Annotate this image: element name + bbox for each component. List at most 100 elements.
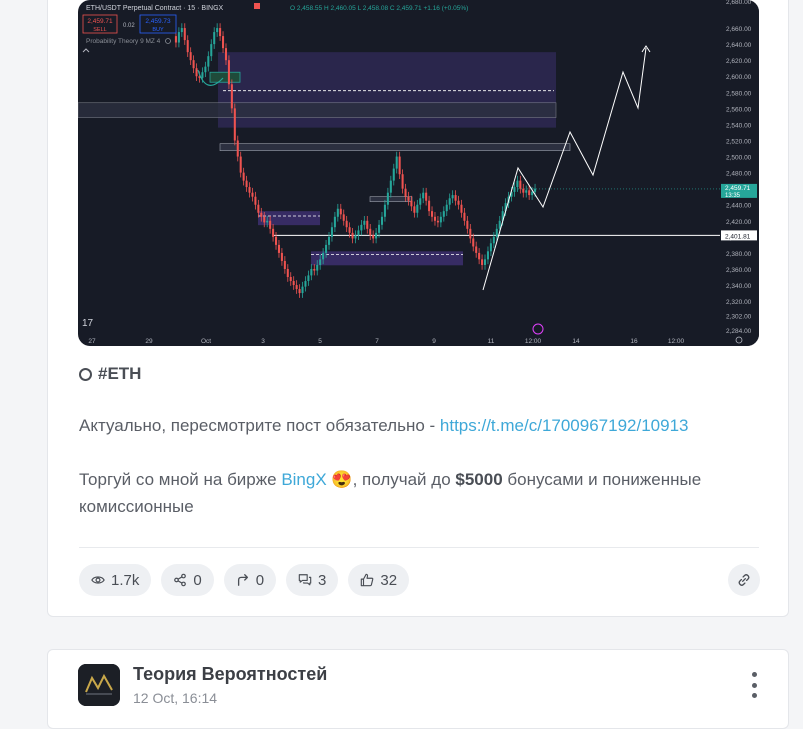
price-tick: 2,600.00 bbox=[726, 74, 752, 81]
comments-icon bbox=[298, 574, 312, 586]
price-tick: 2,320.00 bbox=[726, 299, 752, 306]
candle-body bbox=[219, 28, 222, 37]
post-card: 2,680.00 2,660.00 2,640.00 2,620.00 2,600.00… bbox=[47, 0, 789, 617]
forwards-count: 0 bbox=[255, 571, 265, 589]
candle-body bbox=[201, 72, 204, 78]
candle-body bbox=[492, 236, 495, 244]
post-paragraph-2: Торгуй со мной на бирже BingX 😍, получай… bbox=[79, 466, 769, 520]
candle-body bbox=[486, 251, 489, 260]
candle-body bbox=[183, 28, 186, 41]
candle-body bbox=[383, 204, 386, 217]
bingx-link[interactable]: BingX bbox=[281, 470, 326, 489]
copy-link-button[interactable] bbox=[728, 564, 760, 596]
candle-body bbox=[257, 204, 260, 213]
current-price-label: 2,459.71 bbox=[725, 185, 751, 192]
forward-button[interactable]: 0 bbox=[223, 564, 277, 596]
candle-body bbox=[380, 216, 384, 225]
eye-icon bbox=[165, 38, 171, 44]
time-tick: 16 bbox=[630, 338, 638, 345]
candle-body bbox=[227, 60, 230, 85]
time-tick: 9 bbox=[432, 338, 436, 345]
candle-body bbox=[454, 195, 457, 201]
candle-body bbox=[522, 188, 525, 193]
candle-body bbox=[236, 140, 239, 157]
range-box bbox=[78, 102, 557, 118]
price-tick: 2,284.00 bbox=[726, 328, 752, 335]
candle-body bbox=[230, 84, 233, 109]
views-count: 1.7k bbox=[111, 571, 140, 589]
ohlc-readout: O 2,458.55 H 2,460.05 L 2,458.08 C 2,459… bbox=[290, 5, 468, 12]
channel-logo bbox=[78, 664, 120, 706]
price-tick: 2,680.00 bbox=[726, 0, 752, 6]
sell-price: 2,459.71 bbox=[87, 18, 113, 25]
comments-button[interactable]: 3 bbox=[286, 564, 339, 596]
eye-icon bbox=[91, 576, 105, 584]
candle-body bbox=[195, 68, 198, 77]
candle-body bbox=[448, 198, 451, 205]
candle-body bbox=[478, 252, 481, 260]
resistance-box bbox=[219, 143, 571, 151]
dot-icon bbox=[751, 682, 757, 688]
candle-body bbox=[283, 260, 286, 269]
candle-body bbox=[301, 286, 304, 294]
candle-body bbox=[398, 156, 401, 175]
candle-body bbox=[404, 188, 407, 197]
candle-body bbox=[433, 216, 437, 221]
candle-body bbox=[354, 235, 357, 239]
time-tick: 12:00 bbox=[525, 338, 542, 345]
sell-label: SELL bbox=[93, 27, 106, 33]
lightning-icon bbox=[532, 323, 544, 335]
candle-body bbox=[174, 36, 177, 43]
spread-label: 0.02 bbox=[123, 23, 135, 29]
candle-body bbox=[304, 281, 307, 287]
time-tick: 29 bbox=[145, 338, 153, 345]
candle-body bbox=[233, 108, 236, 141]
candle-body bbox=[481, 259, 484, 265]
hashtag-text[interactable]: #ETH bbox=[98, 364, 141, 384]
candle-body bbox=[239, 156, 242, 173]
post-link[interactable]: https://t.me/c/1700967192/10913 bbox=[440, 416, 689, 435]
chart-image[interactable]: 2,680.00 2,660.00 2,640.00 2,620.00 2,600.00… bbox=[78, 0, 759, 346]
candle-body bbox=[519, 180, 522, 189]
candle-body bbox=[445, 204, 448, 212]
candle-body bbox=[189, 52, 192, 61]
time-tick: 3 bbox=[261, 338, 265, 345]
candle-body bbox=[342, 214, 345, 221]
thumbs-up-icon bbox=[361, 573, 374, 587]
post-date: 12 Oct, 16:14 bbox=[133, 690, 218, 706]
candle-body bbox=[207, 56, 210, 67]
candle-body bbox=[269, 220, 272, 229]
candle-body bbox=[310, 268, 313, 276]
candle-body bbox=[428, 200, 431, 212]
candle-body bbox=[516, 180, 519, 188]
share-button[interactable]: 0 bbox=[161, 564, 214, 596]
channel-avatar[interactable] bbox=[78, 664, 120, 706]
candle-body bbox=[280, 252, 283, 261]
candle-body bbox=[357, 230, 360, 236]
candle-body bbox=[263, 216, 266, 223]
time-tick: 27 bbox=[88, 338, 96, 345]
price-tick: 2,580.00 bbox=[726, 90, 752, 97]
price-tick: 2,620.00 bbox=[726, 58, 752, 65]
price-tick: 2,302.00 bbox=[726, 314, 752, 321]
like-button[interactable]: 32 bbox=[348, 564, 410, 596]
candle-body bbox=[316, 264, 319, 271]
candle-body bbox=[336, 208, 339, 217]
views-button[interactable]: 1.7k bbox=[79, 564, 152, 596]
candle-body bbox=[386, 192, 389, 205]
demand-zone-2 bbox=[311, 251, 463, 266]
candle-body bbox=[422, 192, 425, 199]
bonus-amount: $5000 bbox=[455, 470, 503, 489]
candle-body bbox=[266, 220, 269, 223]
channel-name[interactable]: Теория Вероятностей bbox=[133, 664, 327, 685]
green-box bbox=[209, 71, 241, 83]
more-options-button[interactable] bbox=[748, 672, 760, 698]
candle-body bbox=[407, 196, 410, 201]
price-tick: 2,360.00 bbox=[726, 267, 752, 274]
candle-body bbox=[363, 220, 366, 225]
candle-body bbox=[325, 244, 328, 253]
candle-body bbox=[457, 200, 460, 205]
candle-body bbox=[366, 220, 369, 229]
price-tick: 2,380.00 bbox=[726, 251, 752, 258]
link-icon bbox=[738, 574, 750, 586]
